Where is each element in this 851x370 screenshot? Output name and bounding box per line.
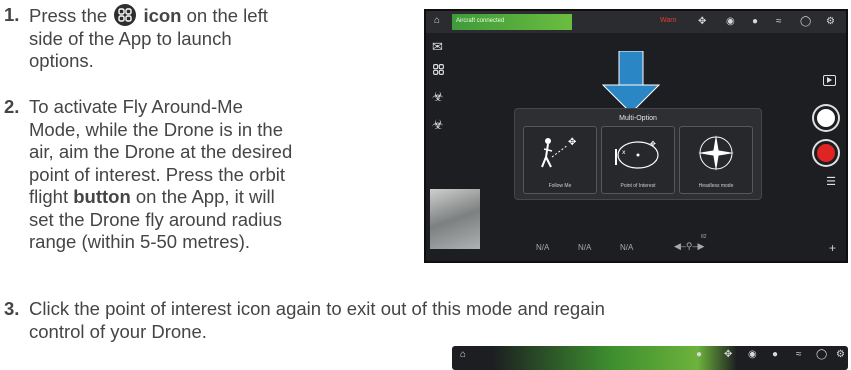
step-1: 1. Press the icon on the left side of th… [4, 4, 384, 73]
app-screenshot-strip: ⌂ ● ✥ ◉ ● ≈ ◯ ⚙ [452, 346, 848, 370]
wifi-icon[interactable]: ≈ [796, 349, 802, 360]
compass-icon [698, 135, 734, 171]
playback-icon[interactable] [823, 75, 836, 86]
step-number: 1. [4, 4, 20, 25]
takeoff-icon[interactable]: ☣ [432, 89, 444, 105]
step-text: To activate Fly Around-Me [29, 96, 243, 117]
step-text: Mode, while the Drone is in the [29, 118, 283, 140]
telemetry-value: N/A [536, 243, 550, 252]
step-text: on the left [186, 5, 268, 26]
warning-text: Warn [660, 17, 677, 24]
multi-option-panel: Multi-Option ✥ Follow Me ✥ x Point of In [514, 108, 762, 200]
option-label: Headless mode [698, 183, 734, 189]
svg-text:✥: ✥ [568, 137, 576, 148]
video-icon[interactable]: ● [772, 349, 778, 360]
home-icon[interactable]: ⌂ [460, 349, 466, 360]
map-thumbnail[interactable] [430, 189, 480, 249]
orbit-icon: ✥ x [615, 140, 659, 169]
home-icon[interactable]: ⌂ [434, 15, 440, 27]
camera-icon[interactable]: ◉ [748, 349, 757, 360]
altitude-value: 82 [701, 234, 707, 240]
step-text: Click the point of interest icon again t… [29, 298, 605, 319]
zoom-icon[interactable]: ◀–⚲–▶ [674, 241, 704, 252]
record-button[interactable] [814, 141, 838, 165]
panel-title: Multi-Option [619, 115, 657, 122]
option-label: Point of Interest [620, 183, 656, 189]
settings-slider-icon[interactable]: ☰ [826, 175, 836, 188]
grid-menu-icon[interactable] [432, 63, 445, 79]
step-text: side of the App to launch [29, 27, 232, 49]
svg-text:✥: ✥ [650, 140, 656, 148]
app-screenshot: ⌂ Aircraft connected Warn ✥ ◉ ● ≈ ◯ ⚙ ✉ … [424, 9, 848, 263]
step-text: range (within 5-50 metres). [29, 231, 251, 252]
add-icon[interactable]: + [829, 241, 836, 255]
telemetry-value: N/A [620, 243, 634, 252]
gear-icon[interactable]: ⚙ [836, 349, 845, 360]
status-text: Aircraft connected [456, 18, 505, 24]
gear-icon[interactable]: ⚙ [826, 16, 835, 28]
grid-menu-icon [114, 4, 137, 26]
video-icon[interactable]: ● [752, 16, 758, 28]
wifi-icon[interactable]: ≈ [776, 16, 782, 28]
step-text: set the Drone fly around radius [29, 208, 282, 230]
step-text: point of interest. Press the orbit [29, 163, 286, 185]
step-text: air, aim the Drone at the desired [29, 141, 293, 162]
camera-icon[interactable]: ◉ [726, 16, 735, 28]
telemetry-value: N/A [578, 243, 592, 252]
status-bar: Aircraft connected [452, 14, 572, 30]
step-number: 2. [4, 96, 20, 117]
step-3: 3. Click the point of interest icon agai… [4, 298, 844, 343]
headless-mode-option[interactable]: Headless mode [679, 126, 753, 194]
step-bold-text: icon [143, 5, 182, 26]
step-text: flight [29, 186, 69, 207]
shutter-button[interactable] [814, 106, 838, 130]
svg-text:x: x [622, 149, 626, 156]
land-icon[interactable]: ☣ [432, 117, 444, 133]
drone-icon[interactable]: ✥ [724, 349, 732, 360]
step-text: on the App, it will [135, 186, 275, 207]
vr-glasses-icon[interactable]: ◯ [800, 16, 811, 28]
step-text: control of your Drone. [29, 320, 207, 342]
mail-icon[interactable]: ✉ [432, 39, 443, 55]
step-bold-text: button [73, 186, 131, 207]
top-bar: ⌂ Aircraft connected Warn ✥ ◉ ● ≈ ◯ ⚙ [426, 11, 846, 33]
vr-glasses-icon[interactable]: ◯ [816, 349, 827, 360]
step-2: 2. To activate Fly Around-Me Mode, while… [4, 96, 404, 254]
step-text: options. [29, 50, 94, 71]
step-text: Press the [29, 5, 108, 26]
point-of-interest-option[interactable]: ✥ x Point of Interest [601, 126, 675, 194]
follow-me-option[interactable]: ✥ Follow Me [523, 126, 597, 194]
follow-me-icon: ✥ [541, 137, 576, 168]
orbit-icon[interactable]: ● [696, 349, 702, 360]
step-number: 3. [4, 298, 20, 319]
option-label: Follow Me [548, 183, 572, 189]
drone-icon[interactable]: ✥ [698, 16, 706, 28]
